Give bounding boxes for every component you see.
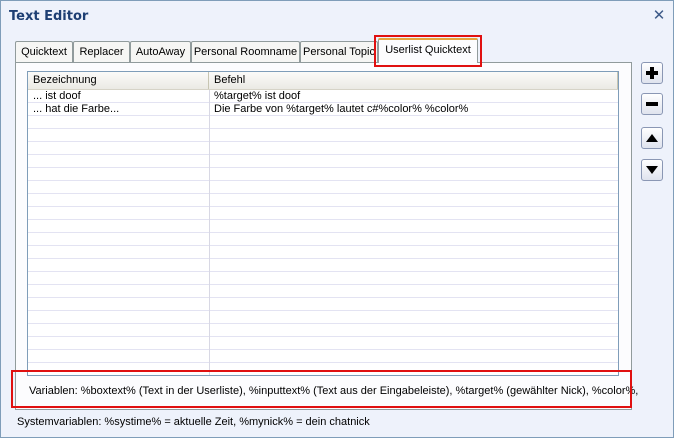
triangle-down-icon [646,166,658,174]
title-bar: Text Editor ✕ [1,1,673,33]
add-button[interactable] [641,62,663,84]
empty-row [28,116,618,129]
column-header-bezeichnung[interactable]: Bezeichnung [28,72,209,89]
empty-row [28,155,618,168]
tab-replacer[interactable]: Replacer [73,41,130,62]
empty-row [28,220,618,233]
triangle-up-icon [646,134,658,142]
empty-row [28,142,618,155]
close-icon[interactable]: ✕ [651,7,667,23]
row-label: ... ist doof [33,90,81,102]
empty-row [28,324,618,337]
row-label: ... hat die Farbe... [33,103,120,115]
empty-row [28,285,618,298]
tab-quicktext[interactable]: Quicktext [15,41,73,62]
column-header-befehl[interactable]: Befehl [209,72,618,89]
empty-row [28,181,618,194]
variables-info: Variablen: %boxtext% (Text in der Userli… [27,373,638,408]
empty-row [28,337,618,350]
minus-icon [646,102,658,106]
remove-button[interactable] [641,93,663,115]
quicktext-list[interactable]: Bezeichnung Befehl ... ist doof %target%… [27,71,619,376]
table-row[interactable]: ... ist doof %target% ist doof [28,90,618,103]
tab-personal-roomname[interactable]: Personal Roomname [191,41,300,62]
list-header: Bezeichnung Befehl [28,72,618,90]
empty-row [28,350,618,363]
text-editor-window: Text Editor ✕ Quicktext Replacer AutoAwa… [0,0,674,438]
move-up-button[interactable] [641,127,663,149]
window-title: Text Editor [9,9,89,24]
empty-row [28,207,618,220]
list-rows: ... ist doof %target% ist doof ... hat d… [28,90,618,375]
variables-text: Variablen: %boxtext% (Text in der Userli… [29,385,639,397]
empty-row [28,272,618,285]
empty-row [28,168,618,181]
empty-row [28,298,618,311]
tab-userlist-quicktext[interactable]: Userlist Quicktext [378,38,478,63]
empty-row [28,194,618,207]
empty-row [28,259,618,272]
plus-icon [646,67,658,79]
system-variables-text: Systemvariablen: %systime% = aktuelle Ze… [17,416,370,428]
table-row[interactable]: ... hat die Farbe... Die Farbe von %targ… [28,103,618,116]
column-divider [209,90,210,375]
tab-personal-topic[interactable]: Personal Topic [300,41,378,62]
empty-row [28,129,618,142]
empty-row [28,311,618,324]
tab-panel: Bezeichnung Befehl ... ist doof %target%… [15,62,638,410]
empty-row [28,233,618,246]
empty-row [28,246,618,259]
tab-autoaway[interactable]: AutoAway [130,41,191,62]
row-command: %target% ist doof [214,90,301,102]
move-down-button[interactable] [641,159,663,181]
row-command: Die Farbe von %target% lautet c#%color% … [214,103,469,115]
